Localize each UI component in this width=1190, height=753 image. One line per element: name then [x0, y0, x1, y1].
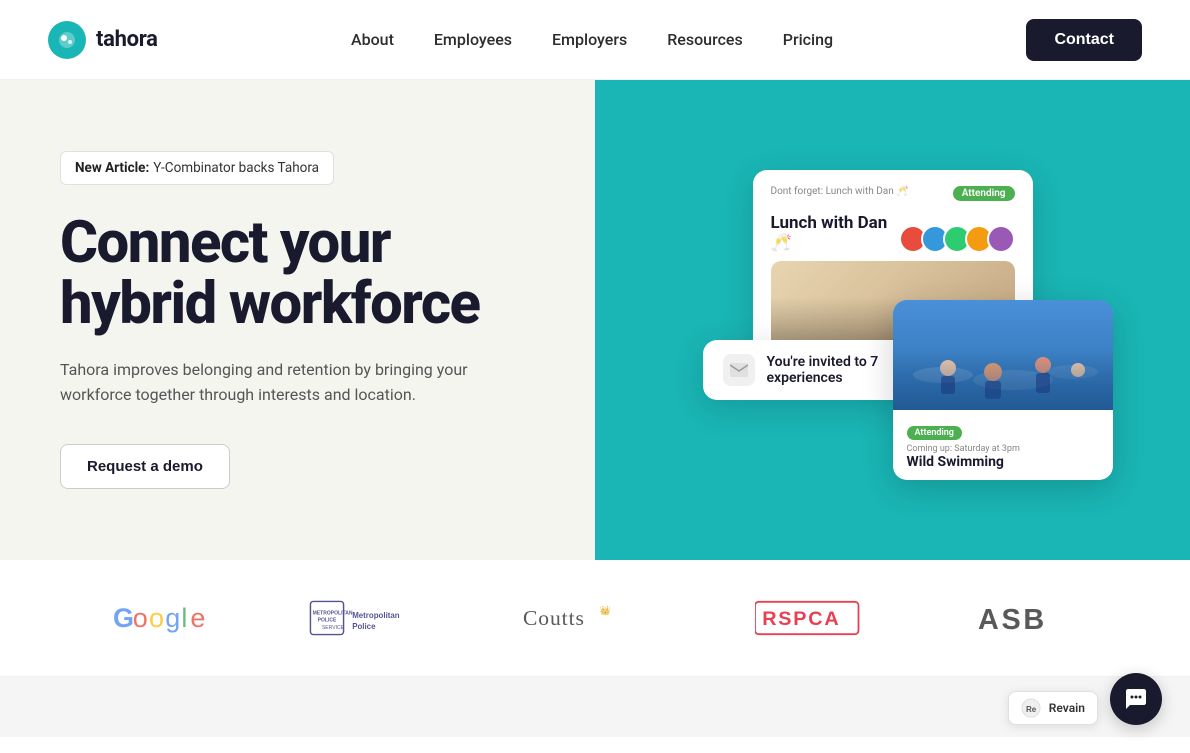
avatar-5	[987, 225, 1015, 253]
badge-label: New Article:	[75, 160, 149, 176]
nav-links: About Employees Employers Resources Pric…	[351, 30, 833, 49]
swim-info: Attending Coming up: Saturday at 3pm Wil…	[893, 410, 1113, 480]
svg-text:ASB: ASB	[978, 604, 1047, 636]
logo-google: G o o g l e	[60, 600, 274, 636]
article-badge[interactable]: New Article: Y-Combinator backs Tahora	[60, 151, 334, 185]
svg-text:Coutts: Coutts	[523, 606, 585, 630]
svg-text:o: o	[149, 603, 164, 633]
svg-text:RSPCA: RSPCA	[762, 608, 840, 630]
demo-button[interactable]: Request a demo	[60, 444, 230, 489]
nav-pricing[interactable]: Pricing	[783, 30, 833, 49]
svg-text:e: e	[190, 603, 205, 633]
svg-text:👑: 👑	[600, 606, 611, 616]
swim-image	[893, 300, 1113, 410]
nav-employers[interactable]: Employers	[552, 30, 627, 49]
hero-right: Dont forget: Lunch with Dan 🥂 Attending …	[595, 80, 1190, 560]
logo[interactable]: tahora	[48, 21, 158, 59]
svg-text:METROPOLITAN: METROPOLITAN	[313, 610, 353, 616]
card-swim: Attending Coming up: Saturday at 3pm Wil…	[893, 300, 1113, 480]
swim-overlay	[893, 350, 1113, 410]
logo-text: tahora	[96, 27, 158, 52]
badge-text: Y-Combinator backs Tahora	[153, 160, 319, 176]
revain-label: Revain	[1049, 701, 1085, 715]
nav-resources[interactable]: Resources	[667, 30, 743, 49]
nav-employees[interactable]: Employees	[434, 30, 512, 49]
svg-text:G: G	[113, 603, 134, 633]
avatars-group	[905, 225, 1015, 253]
logos-bar: G o o g l e METROPOLITAN POLICE SERVICE …	[0, 560, 1190, 677]
svg-text:Metropolitan: Metropolitan	[352, 611, 400, 620]
hero-left: New Article: Y-Combinator backs Tahora C…	[0, 80, 595, 560]
card-lunch-title: Lunch with Dan 🥂	[771, 213, 905, 253]
attending-badge-lunch: Attending	[953, 186, 1015, 201]
svg-text:POLICE: POLICE	[318, 618, 337, 624]
hero-cards: Dont forget: Lunch with Dan 🥂 Attending …	[693, 140, 1093, 500]
svg-text:Police: Police	[352, 622, 376, 631]
svg-text:o: o	[133, 603, 148, 633]
logo-rspca: RSPCA	[702, 600, 916, 636]
logo-coutts: Coutts 👑	[488, 600, 702, 636]
swim-label: Coming up: Saturday at 3pm	[907, 444, 1099, 454]
card-lunch-label: Dont forget: Lunch with Dan 🥂	[771, 186, 909, 197]
swim-attending-badge: Attending	[907, 426, 962, 440]
contact-button[interactable]: Contact	[1026, 19, 1142, 61]
svg-text:SERVICE: SERVICE	[322, 625, 345, 631]
card-lunch-header: Dont forget: Lunch with Dan 🥂 Attending	[771, 186, 1015, 201]
logo-asb: ASB	[916, 600, 1130, 636]
invite-icon	[723, 354, 755, 386]
hero-title: Connect your hybrid workforce	[60, 213, 535, 335]
navbar: tahora About Employees Employers Resourc…	[0, 0, 1190, 80]
nav-about[interactable]: About	[351, 30, 394, 49]
svg-text:Re: Re	[1026, 705, 1037, 714]
logo-met-police: METROPOLITAN POLICE SERVICE Metropolitan…	[274, 600, 488, 636]
svg-text:g: g	[165, 603, 180, 633]
chat-widget[interactable]	[1110, 673, 1162, 725]
revain-badge[interactable]: Re Revain	[1008, 691, 1098, 725]
swim-title: Wild Swimming	[907, 454, 1099, 470]
svg-text:l: l	[181, 603, 187, 633]
hero-subtitle: Tahora improves belonging and retention …	[60, 357, 480, 408]
hero-section: New Article: Y-Combinator backs Tahora C…	[0, 80, 1190, 560]
logo-icon	[48, 21, 86, 59]
